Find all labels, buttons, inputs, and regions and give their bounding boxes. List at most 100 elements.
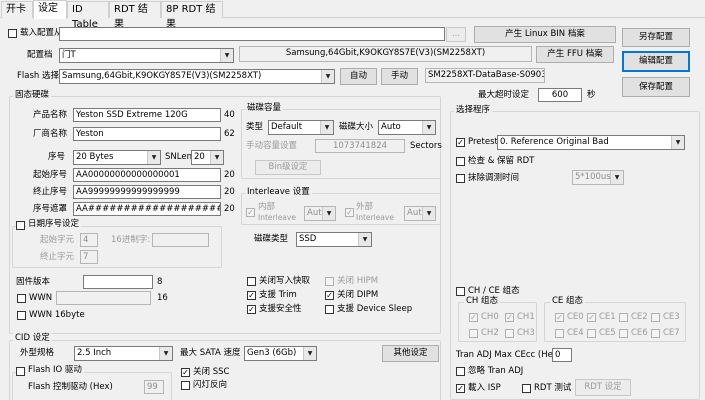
tab-bar: 开卡 设定 ID Table RDT 结果 8P RDT 结果 [0, 0, 705, 30]
gen-linux-bin-button[interactable]: 产生 Linux BIN 档案 [474, 26, 616, 43]
internal-interleave-checkbox[interactable]: ✓ [246, 208, 255, 217]
flash-select[interactable]: Samsung,64Gbit,K9OKGY8S7E(V3)(SM2258XT) ▼ [59, 69, 335, 84]
load-config-checkbox[interactable] [8, 29, 17, 38]
ce5-checkbox[interactable] [587, 329, 596, 338]
auto-button[interactable]: 自动 [340, 68, 377, 85]
config-file-select[interactable]: 门T ▼ [59, 48, 234, 63]
browse-button[interactable]: ... [446, 27, 466, 42]
ce0-label: CE0 [567, 312, 584, 322]
bin-level-button[interactable]: Bin级设定 [255, 160, 321, 175]
load-isp-checkbox[interactable]: ✓ [456, 384, 465, 393]
pretest-checkbox[interactable]: ✓ [456, 138, 465, 147]
disable-ssc-checkbox[interactable]: ✓ [181, 368, 190, 377]
tab-rdt-result[interactable]: RDT 结果 [109, 1, 161, 30]
fw-version-label: 固件版本 [16, 277, 51, 287]
ce2-checkbox[interactable] [619, 313, 628, 322]
disk-type-select[interactable]: SSD ▼ [296, 232, 372, 247]
serial-length-select[interactable]: 20 Bytes ▼ [73, 150, 161, 165]
product-name-input[interactable]: Yeston SSD Extreme 120G [73, 108, 221, 122]
ch0-checkbox[interactable]: ✓ [469, 313, 478, 322]
ch2-checkbox[interactable] [469, 329, 478, 338]
ch-config-title: CH 组态 [464, 296, 501, 307]
hex-char-input[interactable] [152, 233, 209, 247]
timeout-input[interactable]: 600 [538, 88, 582, 102]
ce4-checkbox[interactable] [555, 329, 564, 338]
ch3-checkbox[interactable] [505, 329, 514, 338]
manual-capacity-input[interactable]: 1073741824 [315, 139, 405, 153]
program-select-title: 选择程序 [454, 105, 493, 116]
gen-ffu-button[interactable]: 产生 FFU 档案 [536, 46, 614, 63]
rdt-test-checkbox[interactable] [522, 384, 531, 393]
vendor-name-input[interactable]: Yeston [73, 127, 221, 141]
edit-config-button[interactable]: 编辑配置 [622, 51, 690, 72]
support-trim-checkbox[interactable]: ✓ [247, 291, 256, 300]
start-serial-label: 起始序号 [33, 170, 68, 180]
manual-button[interactable]: 手动 [381, 68, 418, 85]
chevron-down-icon: ▼ [321, 70, 334, 83]
disable-write-cache-checkbox[interactable] [247, 277, 256, 286]
pretest-select[interactable]: 0. Reference Original Bad ▼ [497, 135, 685, 150]
max-sata-speed-label: 最大 SATA 速度 [180, 348, 241, 358]
disable-write-cache-label: 关闭写入快取 [259, 276, 311, 286]
capacity-type-label: 类型 [246, 122, 264, 132]
tab-8p-rdt-result[interactable]: 8P RDT 结果 [161, 1, 223, 30]
tab-settings[interactable]: 设定 [33, 0, 67, 19]
rdt-settings-button[interactable]: RDT 设定 [575, 379, 631, 396]
wwn-checkbox[interactable] [17, 294, 26, 303]
ch1-checkbox[interactable]: ✓ [505, 313, 514, 322]
external-interleave-checkbox[interactable]: ✓ [345, 208, 354, 217]
check-keep-rdt-checkbox[interactable] [456, 157, 465, 166]
wwn16-label: WWN 16byte [29, 310, 85, 320]
fw-version-input[interactable] [83, 275, 153, 289]
start-char-input[interactable]: 4 [80, 233, 98, 247]
tab-id-table[interactable]: ID Table [67, 1, 109, 30]
save-config-button[interactable]: 保存配置 [622, 77, 690, 97]
disable-hipm-checkbox[interactable] [325, 277, 334, 286]
end-serial-label: 终止序号 [33, 187, 68, 197]
end-serial-length: 20 [224, 187, 235, 197]
flash-io-checkbox[interactable] [16, 367, 25, 376]
end-serial-input[interactable]: AA99999999999999999 [73, 185, 221, 199]
ignore-tran-adj-checkbox[interactable] [456, 367, 465, 376]
snlen-select[interactable]: 20 ▼ [191, 150, 224, 165]
internal-interleave-select[interactable]: Auto ▼ [304, 206, 336, 221]
other-settings-button[interactable]: 其他设定 [382, 345, 439, 362]
capacity-type-select[interactable]: Default ▼ [268, 120, 334, 135]
ch0-label: CH0 [481, 312, 499, 322]
ce2-label: CE2 [631, 312, 648, 322]
check-keep-rdt-label: 检查 & 保留 RDT [468, 156, 535, 166]
ce3-checkbox[interactable] [651, 313, 660, 322]
erase-timing-select[interactable]: 5*100us ▼ [572, 170, 624, 185]
ce7-checkbox[interactable] [651, 329, 660, 338]
start-serial-input[interactable]: AA00000000000000001 [73, 168, 221, 182]
device-sleep-checkbox[interactable] [325, 305, 334, 314]
flash-ctrl-input[interactable]: 99 [144, 380, 164, 394]
support-security-checkbox[interactable]: ✓ [247, 305, 256, 314]
erase-timing-checkbox[interactable] [456, 174, 465, 183]
tab-open-card[interactable]: 开卡 [1, 1, 33, 18]
wwn16-checkbox[interactable] [17, 311, 26, 320]
external-label: 外部 [356, 202, 374, 212]
form-factor-select[interactable]: 2.5 Inch ▼ [74, 346, 173, 361]
disable-dipm-checkbox[interactable]: ✓ [325, 291, 334, 300]
ce0-checkbox[interactable]: ✓ [555, 313, 564, 322]
disk-size-select[interactable]: Auto ▼ [378, 120, 436, 135]
serial-mask-label: 序号遮罩 [33, 204, 68, 214]
chevron-down-icon: ▼ [422, 207, 435, 220]
ce1-checkbox[interactable]: ✓ [587, 313, 596, 322]
product-name-label: 产品名称 [33, 110, 68, 120]
save-as-config-button[interactable]: 另存配置 [622, 28, 690, 47]
ce6-checkbox[interactable] [619, 329, 628, 338]
led-reverse-checkbox[interactable] [181, 381, 190, 390]
external-interleave-select[interactable]: Auto ▼ [404, 206, 436, 221]
end-char-input[interactable]: 7 [80, 250, 98, 264]
max-sata-speed-select[interactable]: Gen3 (6Gb) ▼ [244, 346, 317, 361]
start-serial-length: 20 [224, 170, 235, 180]
tran-adj-max-input[interactable]: 0 [552, 348, 572, 362]
ch-ce-config-checkbox[interactable] [456, 287, 465, 296]
serial-mask-input[interactable]: AA#################### [73, 202, 221, 216]
ssd-group-title: 固态硬碟 [13, 90, 52, 101]
load-config-path-input[interactable] [59, 27, 445, 41]
date-serial-checkbox[interactable] [16, 221, 25, 230]
wwn-input[interactable] [56, 291, 151, 305]
